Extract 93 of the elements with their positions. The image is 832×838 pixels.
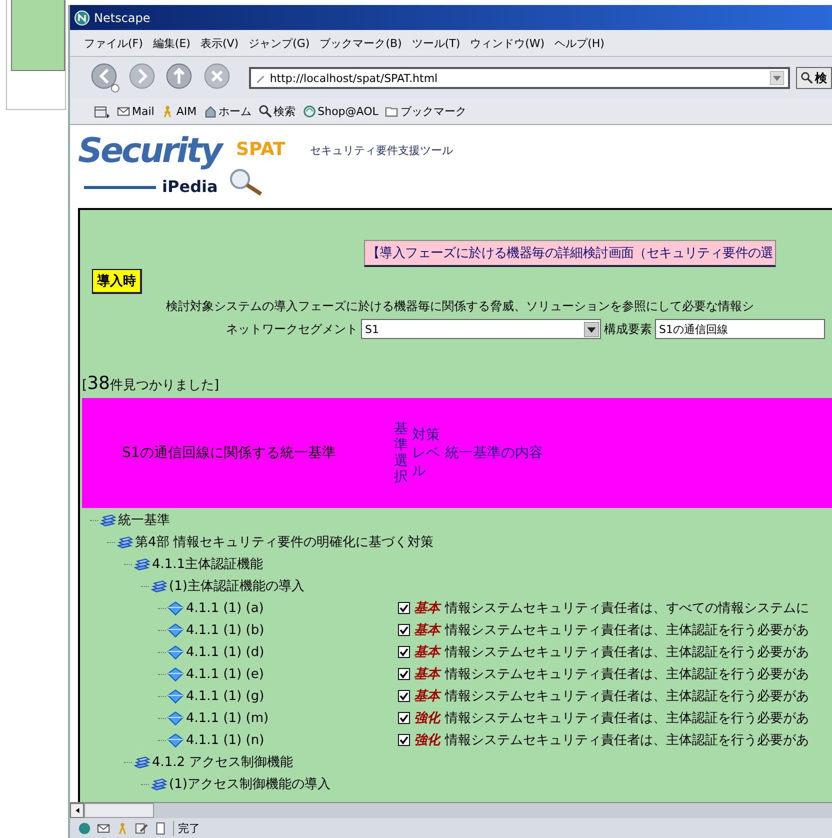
tagline: セキュリティ要件支援ツール	[310, 143, 453, 158]
level-text: 強化	[414, 710, 440, 727]
tab-icon[interactable]	[94, 104, 110, 118]
notepad-icon[interactable]	[154, 822, 167, 834]
horizontal-scrollbar[interactable]	[70, 802, 832, 818]
books-icon	[116, 534, 133, 550]
menu-item[interactable]: ヘルプ(H)	[554, 36, 604, 50]
books-icon	[150, 578, 167, 594]
tree-node[interactable]: 第4部 情報セキュリティ要件の明確化に基づく対策	[135, 533, 434, 551]
level-text: 基本	[414, 688, 440, 705]
phase-tab[interactable]: 導入時	[92, 269, 142, 294]
left-arrow-icon[interactable]	[74, 807, 80, 814]
back-icon[interactable]	[90, 62, 122, 94]
tree-node[interactable]: (1)主体認証機能の導入	[169, 577, 304, 595]
checkbox[interactable]	[398, 646, 410, 658]
segment-label: ネットワークセグメント	[226, 320, 358, 338]
books-icon	[99, 512, 116, 528]
toolbar-link[interactable]: Shop@AOL	[302, 105, 378, 118]
gem-icon	[167, 622, 184, 638]
level-text: 基本	[414, 644, 440, 661]
level-text: 基本	[414, 666, 440, 683]
checkbox[interactable]	[398, 668, 410, 680]
checkbox[interactable]	[398, 602, 410, 614]
gem-icon	[167, 710, 184, 726]
books-icon	[133, 754, 150, 770]
tree-node[interactable]: 4.1.1 (1) (b)	[186, 622, 264, 638]
home-icon	[204, 105, 217, 118]
column-header: 対策レベル	[412, 426, 441, 480]
gem-icon	[167, 666, 184, 682]
search-icon	[258, 105, 272, 118]
tree-node[interactable]: 4.1.1 (1) (a)	[186, 600, 264, 616]
column-header: 基準選択	[394, 420, 408, 486]
dropdown-icon[interactable]	[584, 322, 599, 336]
tree-node[interactable]: 4.1.1 (1) (e)	[186, 666, 264, 682]
books-icon	[133, 556, 150, 572]
component-select[interactable]: S1の通信回線	[655, 319, 825, 339]
checkbox[interactable]	[398, 624, 410, 636]
mail-icon[interactable]	[97, 822, 110, 834]
result-count: [38件見つかりました]	[82, 373, 220, 394]
toolbar-link[interactable]: ブックマーク	[385, 104, 466, 119]
search-icon	[800, 72, 813, 84]
menu-item[interactable]: ブックマーク(B)	[320, 36, 402, 50]
menu-item[interactable]: ツール(T)	[412, 36, 460, 50]
toolbar-link[interactable]: AIM	[161, 105, 197, 118]
segment-select[interactable]: S1	[361, 319, 601, 339]
requirement-text: 情報システムセキュリティ責任者は、主体認証を行う必要があ	[445, 666, 809, 683]
tree-node[interactable]: 4.1.1 (1) (g)	[186, 688, 264, 704]
status-text: 完了	[173, 820, 200, 836]
menu-item[interactable]: ウィンドウ(W)	[470, 36, 545, 50]
search-button[interactable]: 検	[796, 67, 832, 89]
menu-item[interactable]: 編集(E)	[152, 36, 190, 50]
column-header: S1の通信回線に関係する統一基準	[121, 444, 337, 462]
gem-icon	[167, 732, 184, 748]
tree-node[interactable]: 4.1.1 (1) (m)	[186, 710, 269, 726]
tree-node[interactable]: 統一基準	[118, 511, 170, 529]
requirement-text: 情報システムセキュリティ責任者は、すべての情報システムに	[445, 600, 809, 617]
tree-node[interactable]: 4.1.1主体認証機能	[152, 555, 264, 573]
mail-icon	[117, 105, 130, 118]
requirement-text: 情報システムセキュリティ責任者は、主体認証を行う必要があ	[445, 688, 809, 705]
description: 検討対象システムの導入フェーズに於ける機器毎に関係する脅威、ソリューションを参照にして必要な情報シ	[165, 298, 755, 315]
page-title: 【導入フェーズに於ける機器毎の詳細検討画面（セキュリティ要件の選	[364, 240, 776, 267]
column-header: 統一基準の内容	[444, 444, 543, 462]
logo: Security SPAT iPedia	[78, 133, 286, 198]
toolbar-link[interactable]: Mail	[117, 105, 154, 118]
address-field[interactable]: http://localhost/spat/SPAT.html	[248, 67, 790, 89]
gem-icon	[167, 600, 184, 616]
bookmark-icon	[385, 105, 398, 118]
level-text: 強化	[414, 732, 440, 749]
menu-item[interactable]: ファイル(F)	[84, 36, 143, 50]
requirement-text: 情報システムセキュリティ責任者は、主体認証を行う必要があ	[445, 732, 809, 749]
checkbox[interactable]	[398, 734, 410, 746]
tree-node[interactable]: 4.1.1 (1) (d)	[186, 644, 264, 660]
tree-node[interactable]: 4.1.2 アクセス制御機能	[152, 753, 294, 771]
toolbar-link[interactable]: ホーム	[204, 104, 252, 119]
books-icon	[150, 776, 167, 792]
requirement-text: 情報システムセキュリティ責任者は、主体認証を行う必要があ	[445, 644, 809, 661]
tree-node[interactable]: (1)アクセス制御機能の導入	[169, 775, 330, 793]
level-text: 基本	[414, 622, 440, 639]
window-title: Netscape	[94, 10, 150, 24]
gem-icon	[167, 688, 184, 704]
scroll-thumb[interactable]	[84, 803, 154, 818]
component-label: 構成要素	[604, 320, 652, 338]
checkbox[interactable]	[398, 690, 410, 702]
requirement-text: 情報システムセキュリティ責任者は、主体認証を行う必要があ	[445, 622, 809, 639]
menu-item[interactable]: 表示(V)	[200, 36, 239, 50]
toolbar-link[interactable]: 検索	[258, 104, 296, 119]
gem-icon	[167, 644, 184, 660]
requirement-text: 情報システムセキュリティ責任者は、主体認証を行う必要があ	[445, 710, 809, 727]
menu-item[interactable]: ジャンプ(G)	[248, 36, 310, 50]
composer-icon[interactable]	[135, 822, 148, 834]
tree-node[interactable]: 4.1.1 (1) (n)	[186, 732, 264, 748]
level-text: 基本	[414, 600, 440, 617]
checkbox[interactable]	[398, 712, 410, 724]
